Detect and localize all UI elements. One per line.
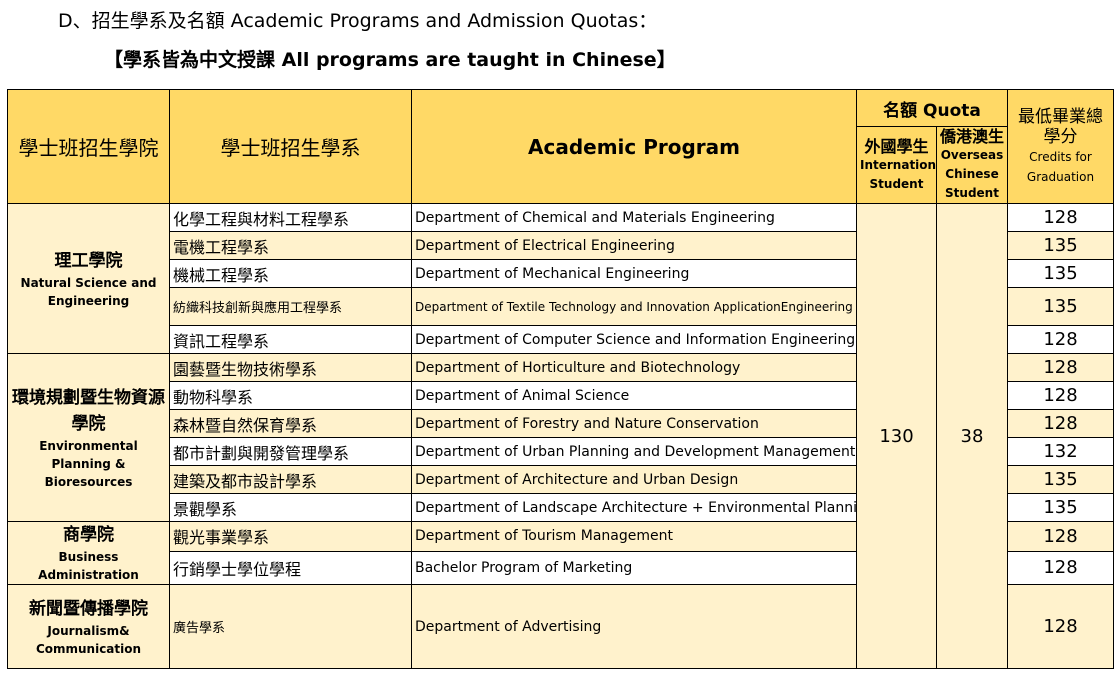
department-en: Bachelor Program of Marketing: [411, 550, 857, 586]
quota-overseas: 38: [936, 203, 1008, 669]
header-overseas-zh: 僑港澳生: [940, 127, 1005, 147]
department-zh: 紡織科技創新與應用工程學系: [169, 287, 412, 326]
department-en: Department of Forestry and Nature Conser…: [411, 409, 857, 438]
department-zh: 廣告學系: [169, 584, 412, 669]
department-en: Department of Electrical Engineering: [411, 231, 857, 260]
department-zh: 園藝暨生物技術學系: [169, 353, 412, 382]
college-name-zh: 環境規劃暨生物資源學院: [12, 387, 165, 434]
department-en: Department of Tourism Management: [411, 521, 857, 552]
department-en: Department of Urban Planning and Develop…: [411, 437, 857, 466]
header-credits-zh: 最低畢業總學分: [1018, 106, 1103, 147]
section-heading: D、招生學系及名額 Academic Programs and Admissio…: [58, 10, 658, 32]
department-zh: 行銷學士學位學程: [169, 550, 412, 586]
credits-value: 128: [1007, 409, 1114, 438]
language-note: 【學系皆為中文授課 All programs are taught in Chi…: [104, 49, 676, 71]
department-zh: 化學工程與材料工程學系: [169, 203, 412, 232]
header-credits: 最低畢業總學分 Credits for Graduation: [1007, 89, 1114, 204]
header-program: Academic Program: [411, 89, 857, 204]
college-cell: 理工學院 Natural Science and Engineering: [7, 203, 170, 354]
credits-value: 128: [1007, 521, 1114, 552]
table-row: 理工學院 Natural Science and Engineering 化學工…: [7, 203, 1114, 669]
department-zh: 電機工程學系: [169, 231, 412, 260]
header-credits-en: Credits for Graduation: [1026, 149, 1095, 184]
credits-value: 128: [1007, 353, 1114, 382]
department-en: Department of Chemical and Materials Eng…: [411, 203, 857, 232]
college-cell: 環境規劃暨生物資源學院 Environmental Planning & Bio…: [7, 353, 170, 522]
department-zh: 景觀學系: [169, 493, 412, 522]
header-department: 學士班招生學系: [169, 89, 412, 204]
programs-table: 學士班招生學院 學士班招生學系 Academic Program 名額 Quot…: [7, 89, 1114, 669]
credits-value: 128: [1007, 381, 1114, 410]
credits-value: 128: [1007, 203, 1114, 232]
college-cell: 商學院 Business Administration: [7, 521, 170, 585]
credits-value: 135: [1007, 465, 1114, 494]
credits-value: 128: [1007, 550, 1114, 586]
department-zh: 資訊工程學系: [169, 325, 412, 354]
department-en: Department of Architecture and Urban Des…: [411, 465, 857, 494]
department-en: Department of Horticulture and Biotechno…: [411, 353, 857, 382]
department-en: Department of Mechanical Engineering: [411, 259, 857, 288]
college-name-en: Journalism& Communication: [35, 623, 142, 656]
credits-value: 135: [1007, 287, 1114, 326]
department-en: Department of Textile Technology and Inn…: [411, 287, 857, 326]
college-name-en: Business Administration: [38, 550, 139, 582]
department-zh: 都市計劃與開發管理學系: [169, 437, 412, 466]
department-en: Department of Landscape Architecture + E…: [411, 493, 857, 522]
header-overseas: 僑港澳生 Overseas Chinese Student: [936, 126, 1008, 204]
credits-value: 135: [1007, 259, 1114, 288]
college-name-en: Environmental Planning & Bioresources: [39, 438, 138, 489]
department-en: Department of Animal Science: [411, 381, 857, 410]
department-zh: 觀光事業學系: [169, 521, 412, 552]
department-en: Department of Computer Science and Infor…: [411, 325, 857, 354]
college-name-zh: 商學院: [63, 525, 114, 545]
header-overseas-en: Overseas Chinese Student: [940, 148, 1004, 200]
credits-value: 135: [1007, 493, 1114, 522]
department-en: Department of Advertising: [411, 584, 857, 669]
header-college: 學士班招生學院: [7, 89, 170, 204]
college-name-zh: 新聞暨傳播學院: [29, 598, 148, 619]
header-international-en: International Student: [860, 157, 937, 191]
credits-value: 132: [1007, 437, 1114, 466]
college-name-zh: 理工學院: [54, 250, 123, 271]
header-international: 外國學生 International Student: [856, 126, 937, 204]
college-name-en: Natural Science and Engineering: [20, 275, 157, 308]
department-zh: 動物科學系: [169, 381, 412, 410]
college-cell: 新聞暨傳播學院 Journalism& Communication: [7, 584, 170, 669]
credits-value: 135: [1007, 231, 1114, 260]
department-zh: 機械工程學系: [169, 259, 412, 288]
credits-value: 128: [1007, 325, 1114, 354]
quota-international: 130: [856, 203, 937, 669]
department-zh: 建築及都市設計學系: [169, 465, 412, 494]
department-zh: 森林暨自然保育學系: [169, 409, 412, 438]
header-international-zh: 外國學生: [864, 136, 929, 156]
credits-value: 128: [1007, 584, 1114, 669]
header-quota: 名額 Quota: [856, 89, 1008, 127]
